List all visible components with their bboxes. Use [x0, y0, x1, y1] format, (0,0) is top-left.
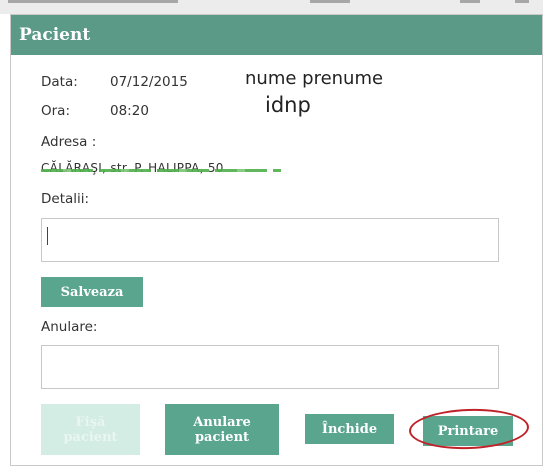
- background-window-strip: [0, 0, 543, 14]
- time-value: 08:20: [110, 103, 149, 119]
- save-button[interactable]: Salveaza: [41, 277, 143, 307]
- cancel-reason-label: Anulare:: [41, 319, 98, 335]
- details-label: Detalii:: [41, 191, 90, 207]
- address-label: Adresa :: [41, 134, 97, 150]
- address-redaction: [41, 169, 281, 172]
- date-label: Data:: [41, 74, 78, 90]
- cancel-reason-textarea[interactable]: [41, 345, 499, 389]
- cancel-patient-button[interactable]: Anulare pacient: [165, 404, 279, 455]
- patient-file-button[interactable]: Fişă pacient: [41, 404, 140, 455]
- name-overlay: nume prenume: [245, 68, 384, 89]
- address-value: CĂLĂRAŞI, str. P. HALIPPA, 50: [41, 161, 224, 175]
- date-value: 07/12/2015: [110, 74, 188, 90]
- details-textarea[interactable]: [41, 218, 499, 262]
- idnp-overlay: idnp: [265, 93, 311, 117]
- text-caret: [47, 227, 48, 245]
- patient-dialog: Pacient Data: 07/12/2015 nume prenume Or…: [10, 14, 543, 466]
- dialog-title: Pacient: [11, 15, 542, 55]
- close-button[interactable]: Închide: [305, 414, 394, 444]
- time-label: Ora:: [41, 103, 70, 119]
